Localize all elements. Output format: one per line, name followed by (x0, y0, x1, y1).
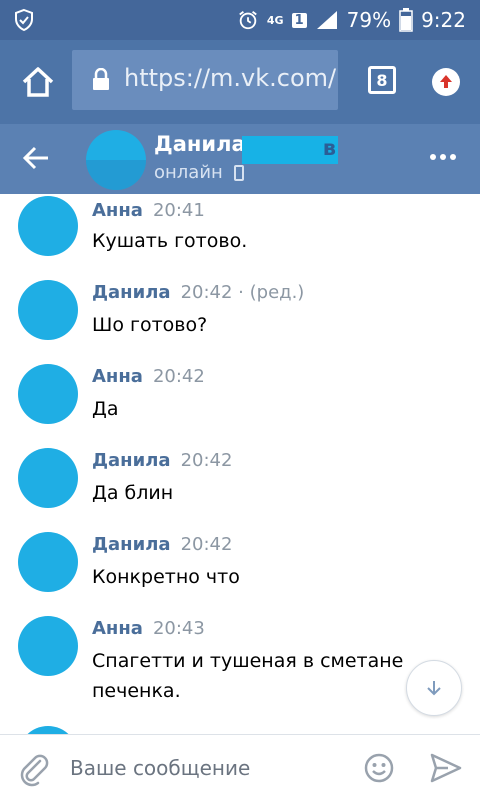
avatar[interactable] (18, 616, 78, 676)
paperclip-icon[interactable] (18, 751, 50, 787)
sim-indicator: 1 (291, 12, 307, 28)
message-time: 20:42 (180, 450, 233, 471)
message-text: Да (92, 398, 119, 420)
message-author[interactable]: Данила (92, 282, 171, 303)
message-author[interactable]: Анна (92, 366, 143, 387)
message-meta: Данила 20:42 (92, 450, 232, 471)
tabs-button[interactable]: 8 (368, 66, 396, 94)
signal-icon (316, 11, 337, 29)
message-list[interactable]: Анна 20:41 Кушать готово. Данила 20:42 · (… (0, 194, 480, 734)
online-status: онлайн (154, 162, 223, 183)
status-bar: 4G 1 79% 9:22 (0, 0, 480, 40)
avatar[interactable] (18, 364, 78, 424)
message-time: 20:42 (180, 534, 233, 555)
address-bar[interactable]: https://m.vk.com/r (72, 50, 338, 110)
message-composer (0, 734, 480, 800)
avatar[interactable] (18, 532, 78, 592)
upload-arrow-icon (440, 75, 452, 88)
message-text: Конкретно что (92, 566, 240, 588)
message-author[interactable]: Анна (92, 200, 143, 221)
message-time: 20:42 (152, 366, 205, 387)
back-arrow-icon[interactable] (22, 144, 50, 172)
edited-label: · (ред.) (238, 282, 305, 303)
message-meta: Данила 20:42 (92, 534, 232, 555)
redacted-name: в (242, 136, 338, 164)
chat-title-tail: в (322, 136, 336, 160)
avatar[interactable] (18, 280, 78, 340)
arrow-down-icon (427, 681, 441, 696)
chat-title[interactable]: Данила (154, 132, 246, 156)
shield-icon (15, 8, 33, 32)
message-meta: Данила 20:42 · (ред.) (92, 282, 304, 303)
avatar[interactable] (18, 448, 78, 508)
network-type: 4G (266, 13, 284, 27)
home-icon[interactable] (18, 62, 58, 102)
browser-toolbar: https://m.vk.com/r 8 (0, 40, 480, 124)
dot-icon (450, 154, 456, 160)
message-text: Спагетти и тушеная в сметане печенка. (92, 650, 404, 702)
emoji-icon[interactable] (364, 753, 394, 783)
battery-percent: 79% (346, 8, 392, 32)
avatar[interactable] (86, 130, 146, 190)
message-text: Да блин (92, 482, 174, 504)
message-text: Шо готово? (92, 314, 208, 336)
avatar[interactable] (18, 726, 78, 734)
message-author[interactable]: Данила (92, 450, 171, 471)
message-meta: Анна 20:42 (92, 366, 205, 387)
message-input[interactable] (70, 749, 340, 787)
url-text: https://m.vk.com/r (124, 64, 338, 92)
clock: 9:22 (421, 8, 466, 32)
message-text: Кушать готово. (92, 230, 248, 252)
browser-menu-button[interactable] (432, 68, 460, 96)
dot-icon (440, 154, 446, 160)
message-meta: Анна 20:41 (92, 200, 205, 221)
scroll-to-bottom-button[interactable] (406, 660, 462, 716)
battery-icon (399, 8, 413, 32)
message-author[interactable]: Данила (92, 534, 171, 555)
message-time: 20:41 (152, 200, 205, 221)
chat-header: Данила в онлайн (0, 124, 480, 194)
message-author[interactable]: Анна (92, 618, 143, 639)
message-time: 20:43 (152, 618, 205, 639)
message-meta: Анна 20:43 (92, 618, 205, 639)
more-options-button[interactable] (430, 154, 456, 160)
mobile-icon (234, 165, 244, 181)
message-time: 20:42 (180, 282, 233, 303)
dot-icon (430, 154, 436, 160)
tab-count: 8 (376, 70, 388, 90)
alarm-icon (239, 11, 257, 30)
send-icon[interactable] (430, 753, 462, 783)
avatar[interactable] (18, 196, 78, 256)
lock-icon (93, 68, 109, 90)
